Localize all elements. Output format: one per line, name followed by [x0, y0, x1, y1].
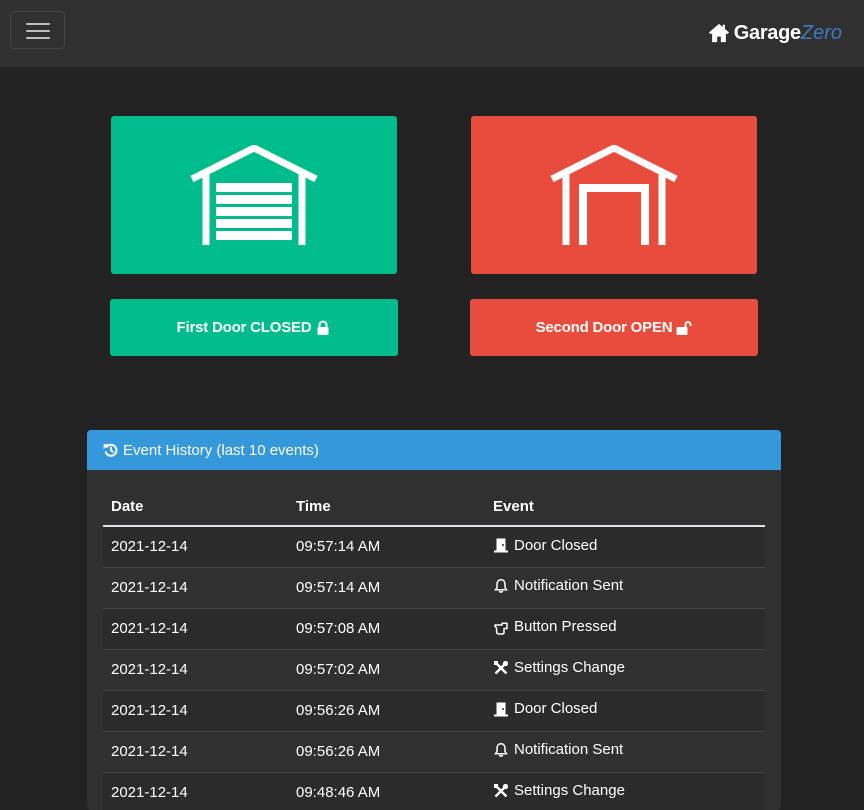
event-type: Settings Change: [485, 772, 765, 810]
event-label: Settings Change: [514, 659, 625, 677]
brand-suffix: Zero: [800, 21, 842, 44]
event-time: 09:56:26 AM: [288, 690, 485, 732]
event-history-rows: 2021-12-14 09:57:14 AM Door Closed 2021-12-…: [103, 526, 765, 810]
table-row: 2021-12-14 09:57:14 AM Door Closed: [103, 526, 765, 568]
event-time: 09:57:14 AM: [288, 567, 485, 609]
event-label: Notification Sent: [514, 577, 624, 595]
event-type: Notification Sent: [485, 731, 765, 773]
hamburger-menu-icon: [26, 23, 50, 25]
event-label: Door Closed: [514, 700, 598, 718]
lock-icon: [317, 320, 329, 335]
column-header-time: Time: [288, 488, 485, 527]
event-date: 2021-12-14: [103, 608, 288, 650]
menu-toggle-button[interactable]: [10, 11, 65, 49]
event-date: 2021-12-14: [103, 731, 288, 773]
second-door-button-label: Second Door OPEN: [535, 319, 673, 336]
door-closed-icon: [493, 701, 509, 717]
event-history-panel: Event History (last 10 events) Date Time…: [87, 430, 781, 810]
event-history-header: Event History (last 10 events): [87, 430, 781, 470]
first-door-button[interactable]: First Door CLOSED: [110, 299, 398, 356]
bell-icon: [493, 742, 509, 758]
garage-open-icon: [550, 145, 678, 245]
event-type: Button Pressed: [485, 608, 765, 650]
bell-icon: [493, 578, 509, 594]
table-row: 2021-12-14 09:57:14 AM Notification Sent: [103, 567, 765, 609]
event-date: 2021-12-14: [103, 526, 288, 568]
event-label: Door Closed: [514, 536, 598, 554]
event-time: 09:57:08 AM: [288, 608, 485, 650]
event-date: 2021-12-14: [103, 567, 288, 609]
home-icon: [708, 23, 729, 43]
tools-icon: [493, 660, 509, 676]
event-label: Notification Sent: [514, 741, 624, 759]
table-row: 2021-12-14 09:48:46 AM Settings Change: [103, 772, 765, 810]
navbar: Garage Zero: [0, 0, 864, 67]
event-label: Settings Change: [514, 782, 625, 800]
event-history-title: Event History (last 10 events): [123, 441, 319, 459]
event-time: 09:56:26 AM: [288, 731, 485, 773]
table-row: 2021-12-14 09:57:08 AM Button Pressed: [103, 608, 765, 650]
unlock-icon: [676, 320, 692, 335]
hamburger-bar: [26, 30, 50, 32]
event-date: 2021-12-14: [103, 690, 288, 732]
event-time: 09:57:02 AM: [288, 649, 485, 691]
table-header-row: Date Time Event: [103, 488, 765, 527]
column-header-date: Date: [103, 488, 288, 527]
event-type: Door Closed: [485, 690, 765, 732]
event-type: Settings Change: [485, 649, 765, 691]
event-type: Notification Sent: [485, 567, 765, 609]
door-closed-icon: [493, 537, 509, 553]
hamburger-bar: [26, 37, 50, 39]
garage-closed-icon: [190, 145, 318, 245]
event-label: Button Pressed: [514, 618, 617, 636]
history-icon: [103, 443, 118, 457]
hand-pointer-icon: [493, 619, 509, 635]
tools-icon: [493, 783, 509, 799]
table-row: 2021-12-14 09:56:26 AM Notification Sent: [103, 731, 765, 773]
first-door-button-label: First Door CLOSED: [176, 319, 312, 336]
second-door-button[interactable]: Second Door OPEN: [470, 299, 758, 356]
table-row: 2021-12-14 09:57:02 AM Settings Change: [103, 649, 765, 691]
event-type: Door Closed: [485, 526, 765, 568]
brand-name: Garage: [733, 21, 801, 44]
column-header-event: Event: [485, 488, 765, 527]
second-door-card[interactable]: [471, 116, 757, 274]
first-door-card[interactable]: [111, 116, 397, 274]
event-time: 09:48:46 AM: [288, 772, 485, 810]
event-time: 09:57:14 AM: [288, 526, 485, 568]
event-history-table: Date Time Event 2021-12-14 09:57:14 AM Doo…: [103, 488, 765, 810]
brand-link[interactable]: Garage Zero: [708, 20, 842, 46]
event-date: 2021-12-14: [103, 772, 288, 810]
event-date: 2021-12-14: [103, 649, 288, 691]
table-row: 2021-12-14 09:56:26 AM Door Closed: [103, 690, 765, 732]
